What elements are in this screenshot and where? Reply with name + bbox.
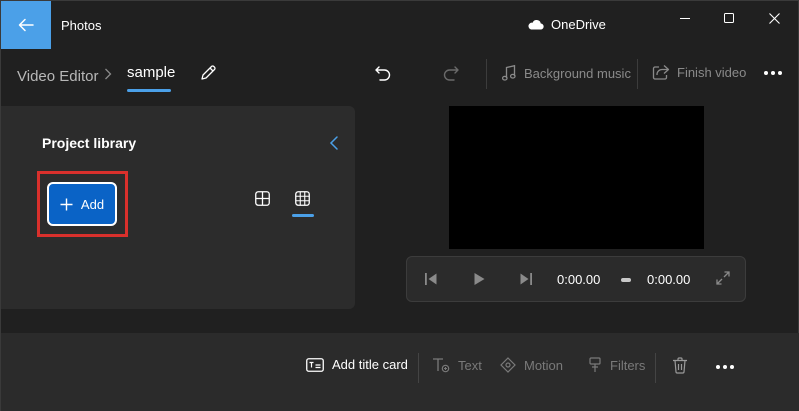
redo-icon[interactable] — [442, 64, 460, 82]
arrow-left-icon — [18, 18, 34, 32]
plus-icon — [60, 198, 73, 210]
project-library-title: Project library — [42, 135, 137, 151]
filters-icon — [589, 357, 601, 372]
finish-video-button[interactable]: Finish video — [652, 64, 746, 80]
project-library-panel: Project library Add — [1, 106, 355, 309]
more-options-button[interactable] — [764, 63, 782, 83]
title-card-icon — [306, 357, 324, 372]
title-bar: Photos OneDrive — [1, 1, 799, 49]
music-note-icon — [501, 64, 516, 81]
add-title-card-label: Add title card — [332, 357, 408, 372]
background-music-label: Background music — [524, 65, 631, 81]
playback-controls: 0:00.00 0:00.00 — [406, 256, 746, 302]
expand-icon[interactable] — [716, 271, 730, 285]
breadcrumb-video-editor[interactable]: Video Editor — [17, 68, 98, 85]
background-music-button[interactable]: Background music — [501, 64, 631, 82]
chevron-left-icon[interactable] — [329, 135, 339, 151]
close-icon — [768, 12, 780, 24]
minimize-icon — [680, 18, 690, 19]
app-title: Photos — [61, 18, 102, 33]
grid-large-view-icon[interactable] — [255, 191, 270, 206]
project-name-underline — [127, 89, 171, 92]
text-label: Text — [458, 357, 482, 373]
toolbar-divider — [486, 59, 487, 89]
total-time: 0:00.00 — [647, 272, 691, 287]
storyboard-divider — [655, 353, 656, 383]
project-name[interactable]: sample — [127, 64, 175, 81]
text-icon — [433, 358, 450, 373]
storyboard-more-button[interactable] — [716, 357, 734, 377]
storyboard-toolbar: Add title card Text Motion Filters — [1, 333, 799, 411]
pencil-icon[interactable] — [199, 64, 217, 82]
storyboard-divider — [418, 353, 419, 383]
add-label: Add — [80, 196, 105, 212]
time-separator — [621, 278, 631, 282]
maximize-icon — [724, 13, 734, 23]
toolbar-divider — [637, 59, 638, 89]
motion-icon — [500, 357, 516, 373]
cloud-icon — [528, 20, 544, 30]
share-export-icon — [652, 65, 670, 80]
video-preview[interactable] — [449, 106, 704, 249]
step-back-icon[interactable] — [423, 271, 439, 287]
grid-small-view-icon[interactable] — [295, 191, 310, 206]
onedrive-label: OneDrive — [551, 17, 606, 32]
step-forward-icon[interactable] — [518, 271, 534, 287]
more-dot — [723, 365, 727, 369]
trash-icon[interactable] — [672, 357, 688, 374]
close-button[interactable] — [751, 1, 797, 35]
current-time: 0:00.00 — [557, 272, 601, 287]
minimize-button[interactable] — [662, 1, 708, 35]
filters-label: Filters — [610, 357, 646, 373]
add-media-button[interactable]: Add — [47, 182, 117, 226]
motion-label: Motion — [524, 357, 564, 373]
more-dot — [730, 365, 734, 369]
view-selected-indicator — [292, 214, 314, 217]
more-dot — [771, 71, 775, 75]
onedrive-status[interactable]: OneDrive — [527, 17, 606, 32]
more-dot — [716, 365, 720, 369]
filters-button[interactable]: Filters — [588, 357, 645, 373]
play-icon[interactable] — [471, 271, 487, 287]
add-title-card-button[interactable]: Add title card — [306, 357, 408, 372]
undo-icon[interactable] — [374, 64, 392, 82]
finish-video-label: Finish video — [677, 64, 747, 80]
more-dot — [764, 71, 768, 75]
editor-toolbar: Video Editor sample Background music Fin… — [1, 51, 799, 101]
motion-button[interactable]: Motion — [500, 357, 563, 373]
more-dot — [778, 71, 782, 75]
chevron-right-icon — [105, 68, 112, 80]
text-button[interactable]: Text — [432, 357, 482, 373]
maximize-button[interactable] — [706, 1, 752, 35]
back-button[interactable] — [1, 1, 51, 49]
